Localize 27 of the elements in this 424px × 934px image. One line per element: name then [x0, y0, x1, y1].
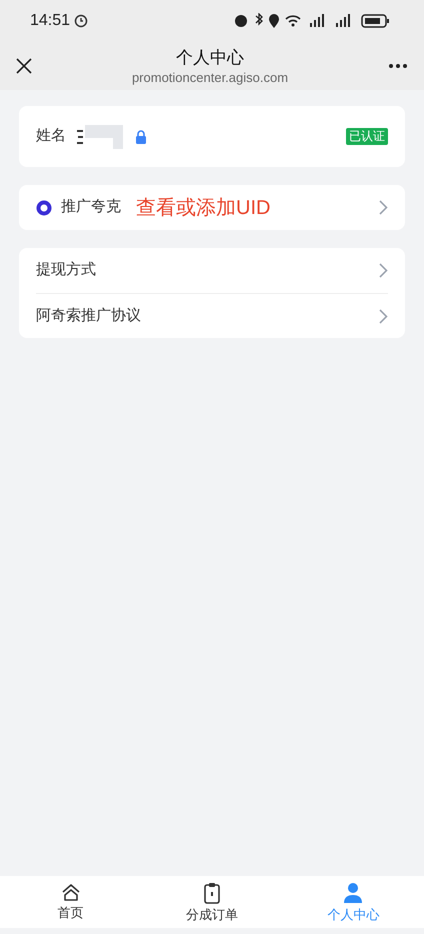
- page-url: promotioncenter.agiso.com: [132, 68, 288, 86]
- person-icon: [343, 882, 364, 904]
- chevron-right-icon: [379, 263, 388, 278]
- menu-label: 阿奇索推广协议: [36, 306, 142, 326]
- name-label: 姓名: [36, 126, 66, 146]
- chevron-right-icon: [379, 308, 388, 324]
- promoter-label: 推广夸克: [61, 197, 121, 218]
- menu-item[interactable]: 提现方式: [36, 248, 388, 293]
- close-button[interactable]: [14, 56, 34, 76]
- more-icon: [389, 64, 407, 68]
- lock-icon: [135, 130, 147, 144]
- status-time: 14:51: [30, 11, 70, 31]
- menu-label: 提现方式: [36, 260, 97, 280]
- promoter-row[interactable]: 推广夸克 查看或添加UID: [19, 185, 405, 230]
- clipboard-icon: [204, 882, 220, 904]
- menu-item[interactable]: 阿奇索推广协议: [36, 293, 388, 338]
- nav-tab[interactable]: 首页: [0, 876, 142, 928]
- clock-icon: [74, 14, 88, 28]
- verified-badge: 已认证: [346, 128, 388, 145]
- redacted-name-drawing: [77, 124, 123, 148]
- chevron-right-icon: [379, 200, 388, 215]
- ring-icon: [36, 200, 52, 216]
- nav-tab[interactable]: 分成订单: [141, 876, 283, 928]
- page-title: 个人中心: [176, 46, 244, 68]
- close-icon: [16, 58, 32, 74]
- annotation-text: 查看或添加UID: [136, 196, 270, 220]
- home-icon: [60, 884, 81, 902]
